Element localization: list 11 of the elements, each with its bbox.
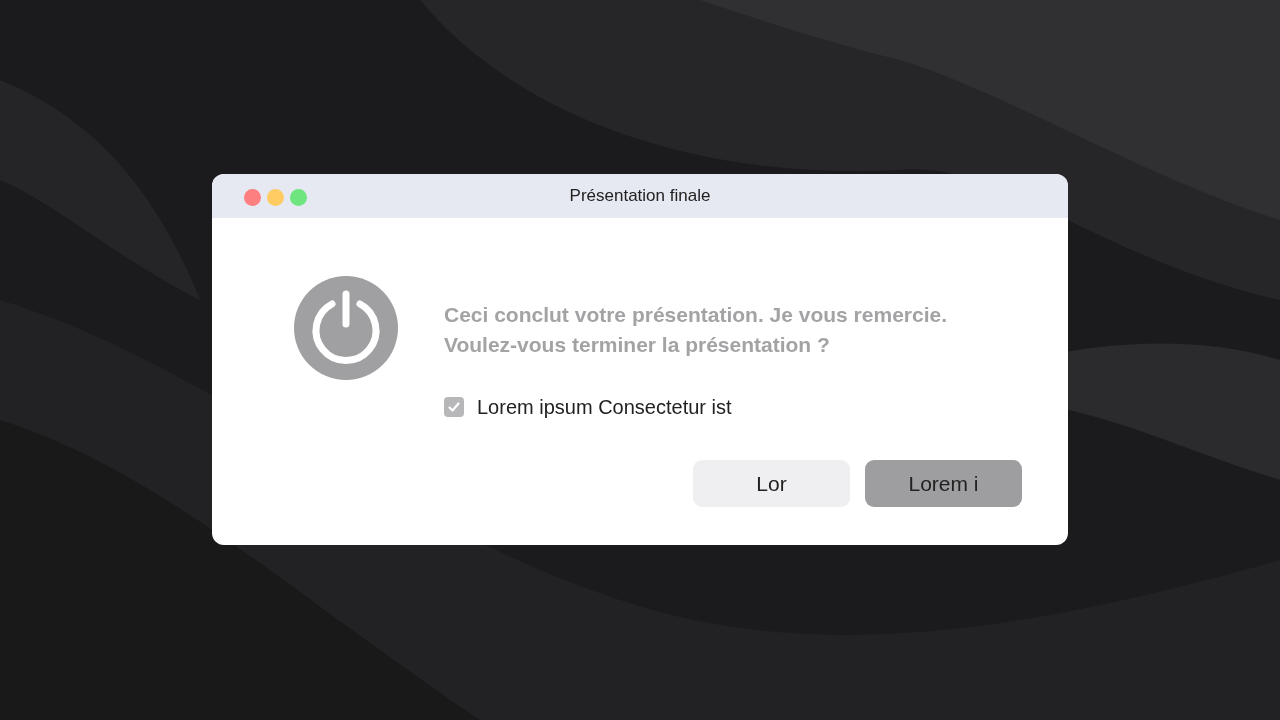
window-title: Présentation finale (569, 185, 711, 208)
check-icon (447, 400, 461, 414)
message-text: Ceci conclut votre présentation. Je vous remercie. Voulez-vous terminer la présentation ? (444, 302, 948, 358)
window-control[interactable] (244, 189, 261, 206)
power-icon (294, 276, 398, 380)
dialog-button[interactable]: Lor (693, 460, 850, 507)
checkbox-label: Lorem ipsum Consectetur ist (477, 395, 732, 420)
window-control[interactable] (267, 189, 284, 206)
dialog-button[interactable]: Lorem i (865, 460, 1022, 507)
checkbox[interactable] (444, 397, 464, 417)
window-control[interactable] (290, 189, 307, 206)
